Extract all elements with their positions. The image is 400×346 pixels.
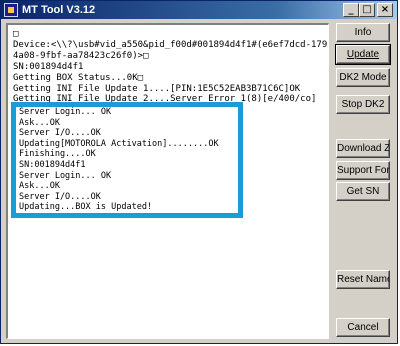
log-line: Getting INI File Update 1....[PIN:1E5C52…: [13, 83, 301, 94]
dk2-mode-button[interactable]: DK2 Mode: [336, 68, 390, 87]
update-button-label: Update: [346, 49, 380, 60]
get-sn-button[interactable]: Get SN: [336, 182, 390, 201]
log-line: Server Login... OK: [19, 107, 112, 117]
log-line: Ask...OK: [19, 117, 60, 128]
reset-name-button[interactable]: Reset Name: [336, 270, 390, 289]
log-output[interactable]: □ Device:<\\?\usb#vid_a550&pid_f00d#0018…: [6, 23, 329, 339]
log-line: Device:<\\?\usb#vid_a550&pid_f00d#001894…: [13, 39, 329, 50]
info-button[interactable]: Info: [336, 23, 390, 42]
log-line: Updating...BOX is Updated!: [19, 202, 153, 213]
maximize-button[interactable]: □: [359, 3, 375, 17]
stop-dk2-button[interactable]: Stop DK2: [336, 95, 390, 114]
log-line: SN:001894d4f1: [19, 159, 86, 170]
log-line: Getting BOX Status...0K□: [13, 72, 144, 83]
window-title: MT Tool V3.12: [22, 4, 96, 16]
log-line: SN:001894d4f1: [13, 61, 84, 72]
log-line: 4a08-9fbf-aa78423c26f0)>□: [13, 50, 149, 61]
close-button[interactable]: ×: [377, 3, 393, 17]
app-icon: [4, 3, 18, 17]
stop-dk2-button-label: Stop DK2: [341, 99, 385, 110]
log-line: Server I/O....OK: [19, 128, 101, 139]
support-forum-button[interactable]: Support Forum: [336, 161, 390, 180]
mt-tool-window: MT Tool V3.12 _ □ × □ Device:<\\?\usb#vi…: [0, 0, 398, 344]
cancel-button[interactable]: Cancel: [336, 318, 390, 337]
title-bar[interactable]: MT Tool V3.12 _ □ ×: [1, 1, 397, 19]
log-line: Server Login... OK: [19, 170, 112, 181]
get-sn-button-label: Get SN: [346, 186, 380, 197]
cancel-button-label: Cancel: [347, 322, 379, 333]
update-button[interactable]: Update: [335, 44, 391, 65]
download-zone-button-label: Download Zone: [337, 143, 390, 154]
dk2-mode-button-label: DK2 Mode: [339, 72, 387, 83]
log-line: Finishing....OK: [19, 149, 96, 160]
log-text: □ Device:<\\?\usb#vid_a550&pid_f00d#0018…: [13, 29, 329, 105]
minimize-button[interactable]: _: [343, 3, 359, 17]
log-line: □: [13, 29, 19, 39]
support-forum-button-label: Support Forum: [337, 165, 390, 176]
log-line: Server I/O....OK: [19, 191, 101, 202]
info-button-label: Info: [354, 27, 372, 38]
download-zone-button[interactable]: Download Zone: [336, 139, 390, 158]
reset-name-button-label: Reset Name: [337, 274, 390, 285]
log-line: Ask...OK: [19, 181, 60, 192]
highlighted-log-text: Server Login... OK Ask...OK Server I/O..…: [19, 107, 219, 213]
log-line: Updating[MOTOROLA Activation]........OK: [19, 138, 219, 149]
highlighted-log-region: Server Login... OK Ask...OK Server I/O..…: [11, 102, 243, 218]
